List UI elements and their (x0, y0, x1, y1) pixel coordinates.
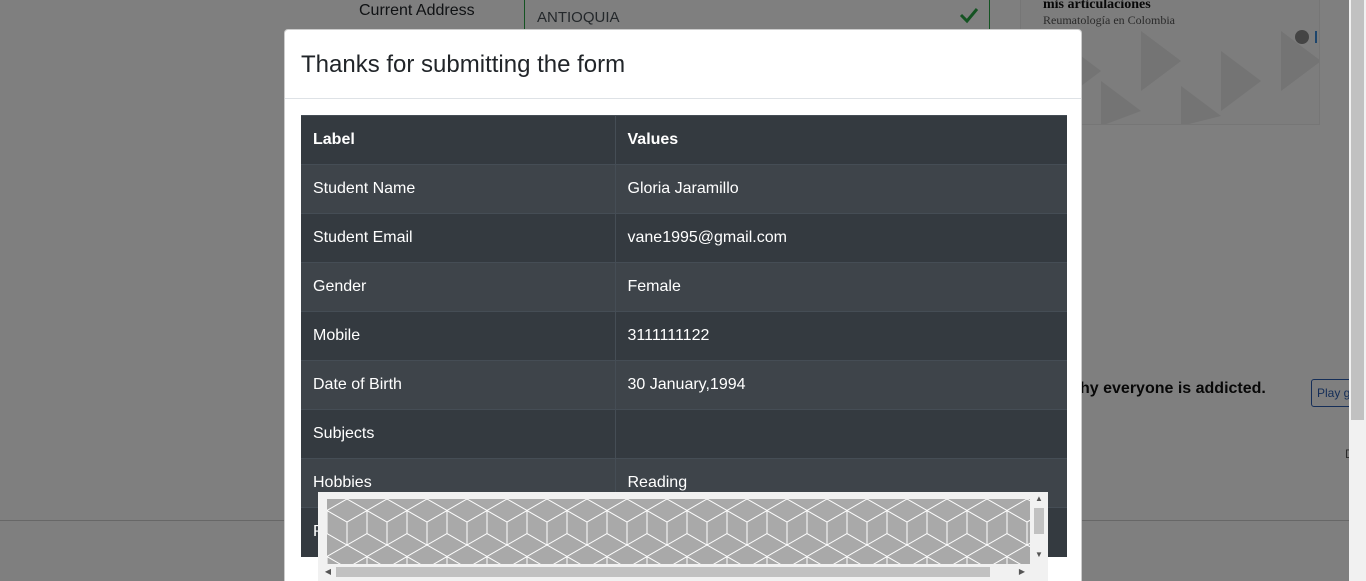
row-label: Date of Birth (301, 360, 616, 410)
row-value: 3111111122 (615, 311, 1067, 361)
row-value: Female (615, 262, 1067, 312)
ad-vertical-scrollbar[interactable]: ▲ ▼ (1031, 492, 1047, 564)
scroll-right-icon[interactable]: ▶ (1014, 567, 1030, 576)
header-values: Values (615, 115, 1067, 165)
table-row: Student Name Gloria Jaramillo (301, 164, 1067, 214)
scroll-down-icon[interactable]: ▼ (1031, 550, 1047, 559)
row-value: 30 January,1994 (615, 360, 1067, 410)
row-label: Student Name (301, 164, 616, 214)
cube-pattern (327, 499, 1030, 564)
row-label: Student Email (301, 213, 616, 263)
table-row: Gender Female (301, 262, 1067, 312)
ad-vertical-thumb[interactable] (1034, 508, 1044, 534)
results-table: Label Values Student Name Gloria Jaramil… (301, 115, 1067, 557)
page-scrollbar[interactable] (1349, 0, 1366, 581)
row-value: vane1995@gmail.com (615, 213, 1067, 263)
scroll-left-icon[interactable]: ◀ (320, 567, 336, 576)
modal-title: Thanks for submitting the form (301, 51, 626, 78)
ad-horizontal-thumb[interactable] (336, 567, 990, 577)
page-scrollbar-thumb[interactable] (1351, 0, 1364, 420)
table-row: Subjects (301, 409, 1067, 459)
table-row: Mobile 3111111122 (301, 311, 1067, 361)
ad-pattern-image[interactable] (327, 499, 1030, 564)
ad-horizontal-scrollbar[interactable]: ◀ ▶ (318, 564, 1030, 580)
scroll-up-icon[interactable]: ▲ (1031, 494, 1047, 503)
row-label: Gender (301, 262, 616, 312)
table-row: Date of Birth 30 January,1994 (301, 360, 1067, 410)
table-row: Student Email vane1995@gmail.com (301, 213, 1067, 263)
overlay-ad-frame[interactable]: ▲ ▼ ◀ ▶ (318, 492, 1048, 581)
header-label: Label (301, 115, 616, 165)
table-header-row: Label Values (301, 115, 1067, 165)
row-value (615, 409, 1067, 459)
row-label: Mobile (301, 311, 616, 361)
modal-header: Thanks for submitting the form (285, 30, 1081, 99)
row-value: Gloria Jaramillo (615, 164, 1067, 214)
row-label: Subjects (301, 409, 616, 459)
